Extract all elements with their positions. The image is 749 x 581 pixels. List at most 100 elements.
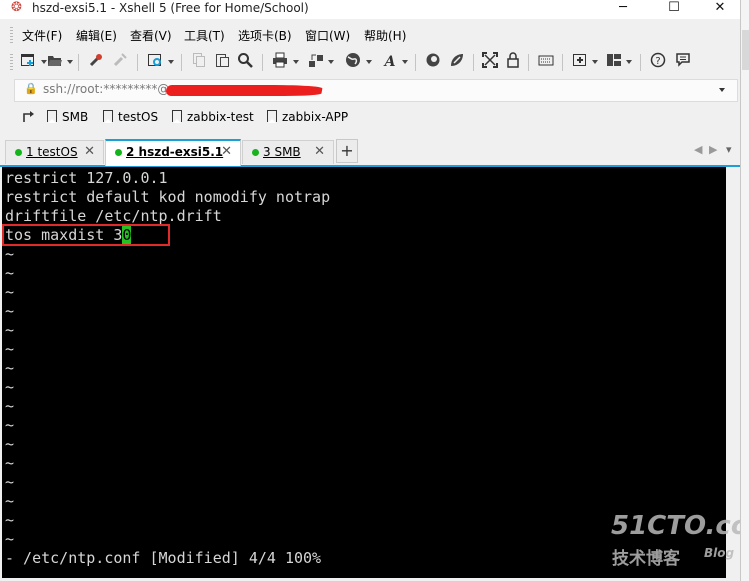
toolbar: A ? (0, 48, 740, 76)
layout-icon[interactable] (604, 52, 624, 72)
tab-scroll-left-icon[interactable]: ◀ (694, 143, 702, 156)
tab-label: 1 testOS (26, 145, 78, 159)
window-title: hszd-exsi5.1 - Xshell 5 (Free for Home/S… (32, 1, 309, 15)
disconnect-icon[interactable] (110, 52, 130, 72)
globe-dropdown-icon[interactable] (366, 60, 372, 64)
toolbar-separator (137, 54, 138, 71)
annotation-highlight-box (2, 224, 170, 246)
link-testos[interactable]: testOS (103, 110, 158, 124)
empty-line-tilde: ~ (5, 416, 15, 434)
link-testos-label: testOS (118, 110, 159, 124)
empty-line-tilde: ~ (5, 511, 15, 529)
print-icon[interactable] (270, 52, 290, 72)
tab-testos[interactable]: 1 testOS ✕ (5, 140, 104, 164)
empty-line-tilde: ~ (5, 283, 15, 301)
tab-label: 2 hszd-exsi5.1 (126, 145, 224, 159)
compose-icon[interactable] (570, 52, 590, 72)
toolbar-separator (181, 54, 182, 71)
title-bar: ❂ hszd-exsi5.1 - Xshell 5 (Free for Home… (0, 0, 740, 19)
toolbar-separator (473, 54, 474, 71)
close-tab-icon[interactable]: ✕ (84, 144, 95, 159)
chat-icon[interactable] (673, 52, 693, 72)
properties-icon[interactable] (145, 52, 165, 72)
tab-label: 3 SMB (263, 145, 301, 159)
paste-icon[interactable] (212, 52, 232, 72)
minimize-button[interactable]: ─ (600, 0, 646, 19)
reconnect-icon[interactable] (86, 52, 106, 72)
xftp-icon[interactable] (423, 52, 443, 72)
close-tab-icon[interactable]: ✕ (221, 144, 232, 159)
bookmark-icon (47, 110, 57, 123)
empty-line-tilde: ~ (5, 492, 15, 510)
toolbar-separator (78, 54, 79, 71)
links-arrow-icon[interactable] (22, 109, 36, 127)
maximize-button[interactable]: ☐ (651, 0, 697, 19)
link-zabbix-app[interactable]: zabbix-APP (267, 110, 348, 124)
empty-line-tilde: ~ (5, 397, 15, 415)
font-icon[interactable]: A (380, 52, 400, 72)
link-smb[interactable]: SMB (47, 110, 88, 124)
lock-icon[interactable] (503, 52, 523, 72)
empty-line-tilde: ~ (5, 340, 15, 358)
background-scrollbar (742, 30, 749, 70)
menu-file[interactable]: 文件(F) (22, 27, 62, 44)
bookmark-icon (172, 110, 182, 123)
empty-line-tilde: ~ (5, 359, 15, 377)
tab-hszd-exsi[interactable]: 2 hszd-exsi5.1 ✕ (105, 139, 241, 166)
help-icon[interactable]: ? (648, 52, 668, 72)
layout-dropdown-icon[interactable] (626, 60, 632, 64)
menu-edit[interactable]: 编辑(E) (76, 27, 117, 44)
empty-line-tilde: ~ (5, 321, 15, 339)
menu-grip (10, 27, 13, 43)
empty-line-tilde: ~ (5, 435, 15, 453)
print-dropdown-icon[interactable] (293, 60, 299, 64)
link-zabbix-test[interactable]: zabbix-test (172, 110, 254, 124)
xshell-app-icon: ❂ (11, 0, 22, 15)
link-zabbix-test-label: zabbix-test (187, 110, 254, 124)
menu-bar: 文件(F) 编辑(E) 查看(V) 工具(T) 选项卡(B) 窗口(W) 帮助(… (0, 25, 740, 45)
menu-help[interactable]: 帮助(H) (364, 27, 406, 44)
redaction-mark (165, 85, 323, 96)
toolbar-separator (415, 54, 416, 71)
globe-icon[interactable] (343, 52, 363, 72)
add-tab-button[interactable]: + (336, 139, 358, 163)
fullscreen-icon[interactable] (480, 52, 500, 72)
toolbar-separator (562, 54, 563, 71)
empty-line-tilde: ~ (5, 302, 15, 320)
open-icon[interactable] (45, 52, 65, 72)
transfer-dropdown-icon[interactable] (328, 60, 334, 64)
tab-scroll-right-icon[interactable]: ▶ (709, 143, 717, 156)
empty-line-tilde: ~ (5, 473, 15, 491)
keyboard-icon[interactable] (536, 52, 556, 72)
copy-icon[interactable] (189, 52, 209, 72)
tab-smb[interactable]: 3 SMB ✕ (242, 140, 334, 164)
new-session-icon[interactable] (18, 52, 38, 72)
connection-status-icon (15, 149, 22, 156)
open-dropdown-icon[interactable] (67, 60, 73, 64)
empty-line-tilde: ~ (5, 530, 15, 548)
close-tab-icon[interactable]: ✕ (314, 144, 325, 159)
tab-list-icon[interactable]: ▾ (726, 143, 732, 156)
close-button[interactable]: ✕ (697, 0, 740, 19)
svg-text:?: ? (655, 56, 660, 67)
menu-tabs[interactable]: 选项卡(B) (238, 27, 292, 44)
font-dropdown-icon[interactable] (402, 60, 408, 64)
links-bar: SMB testOS zabbix-test zabbix-APP (0, 106, 740, 130)
compose-dropdown-icon[interactable] (592, 60, 598, 64)
menu-tools[interactable]: 工具(T) (184, 27, 225, 44)
transfer-icon[interactable] (306, 52, 326, 72)
toolbar-separator (528, 54, 529, 71)
address-dropdown-icon[interactable] (719, 88, 725, 92)
link-zabbix-app-label: zabbix-APP (282, 110, 349, 124)
address-bar[interactable]: 🔒 ssh://root:*********@ (14, 79, 738, 102)
menu-view[interactable]: 查看(V) (130, 27, 172, 44)
xagent-icon[interactable] (447, 52, 467, 72)
address-input[interactable]: ssh://root:*********@ (43, 82, 169, 96)
connection-status-icon (115, 149, 122, 156)
menu-window[interactable]: 窗口(W) (305, 27, 350, 44)
find-icon[interactable] (235, 52, 255, 72)
vim-status-line: - /etc/ntp.conf [Modified] 4/4 100% (5, 549, 322, 567)
watermark-brand: 51CTO.com (611, 511, 740, 541)
background-window-edge (740, 0, 749, 581)
properties-dropdown-icon[interactable] (168, 60, 174, 64)
